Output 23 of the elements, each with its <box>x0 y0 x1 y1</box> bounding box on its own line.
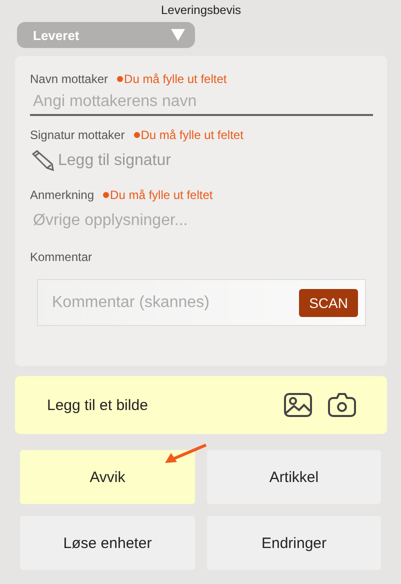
image-icon[interactable] <box>284 393 312 417</box>
action-button[interactable]: Avvik <box>20 450 195 504</box>
field-label: Anmerkning <box>30 188 94 202</box>
error-message: Du må fylle ut feltet <box>117 72 227 86</box>
comment-field[interactable]: Kommentar (skannes) SCAN <box>37 279 366 326</box>
action-button[interactable]: Artikkel <box>207 450 381 504</box>
field-label: Kommentar <box>30 250 92 264</box>
add-photo-label: Legg til et bilde <box>47 396 149 414</box>
screen-title: Leveringsbevis <box>160 3 242 19</box>
dropdown-caret-icon <box>171 29 185 41</box>
scan-button[interactable]: SCAN <box>299 288 358 316</box>
field-label: Navn mottaker <box>30 72 108 86</box>
add-photo-card[interactable]: Legg til et bilde <box>15 376 387 434</box>
action-button[interactable]: Løse enheter <box>20 516 195 570</box>
annotation-arrow <box>165 443 207 465</box>
input-field[interactable]: Angi mottakerens navn <box>30 89 373 116</box>
pencil-icon <box>30 150 56 172</box>
input-field[interactable]: Øvrige opplysninger... <box>30 204 373 238</box>
camera-icon[interactable] <box>328 393 356 417</box>
action-button[interactable]: Endringer <box>207 516 381 570</box>
error-message: Du må fylle ut feltet <box>134 128 244 142</box>
error-message: Du må fylle ut feltet <box>103 188 213 202</box>
field-label: Signatur mottaker <box>30 128 125 142</box>
